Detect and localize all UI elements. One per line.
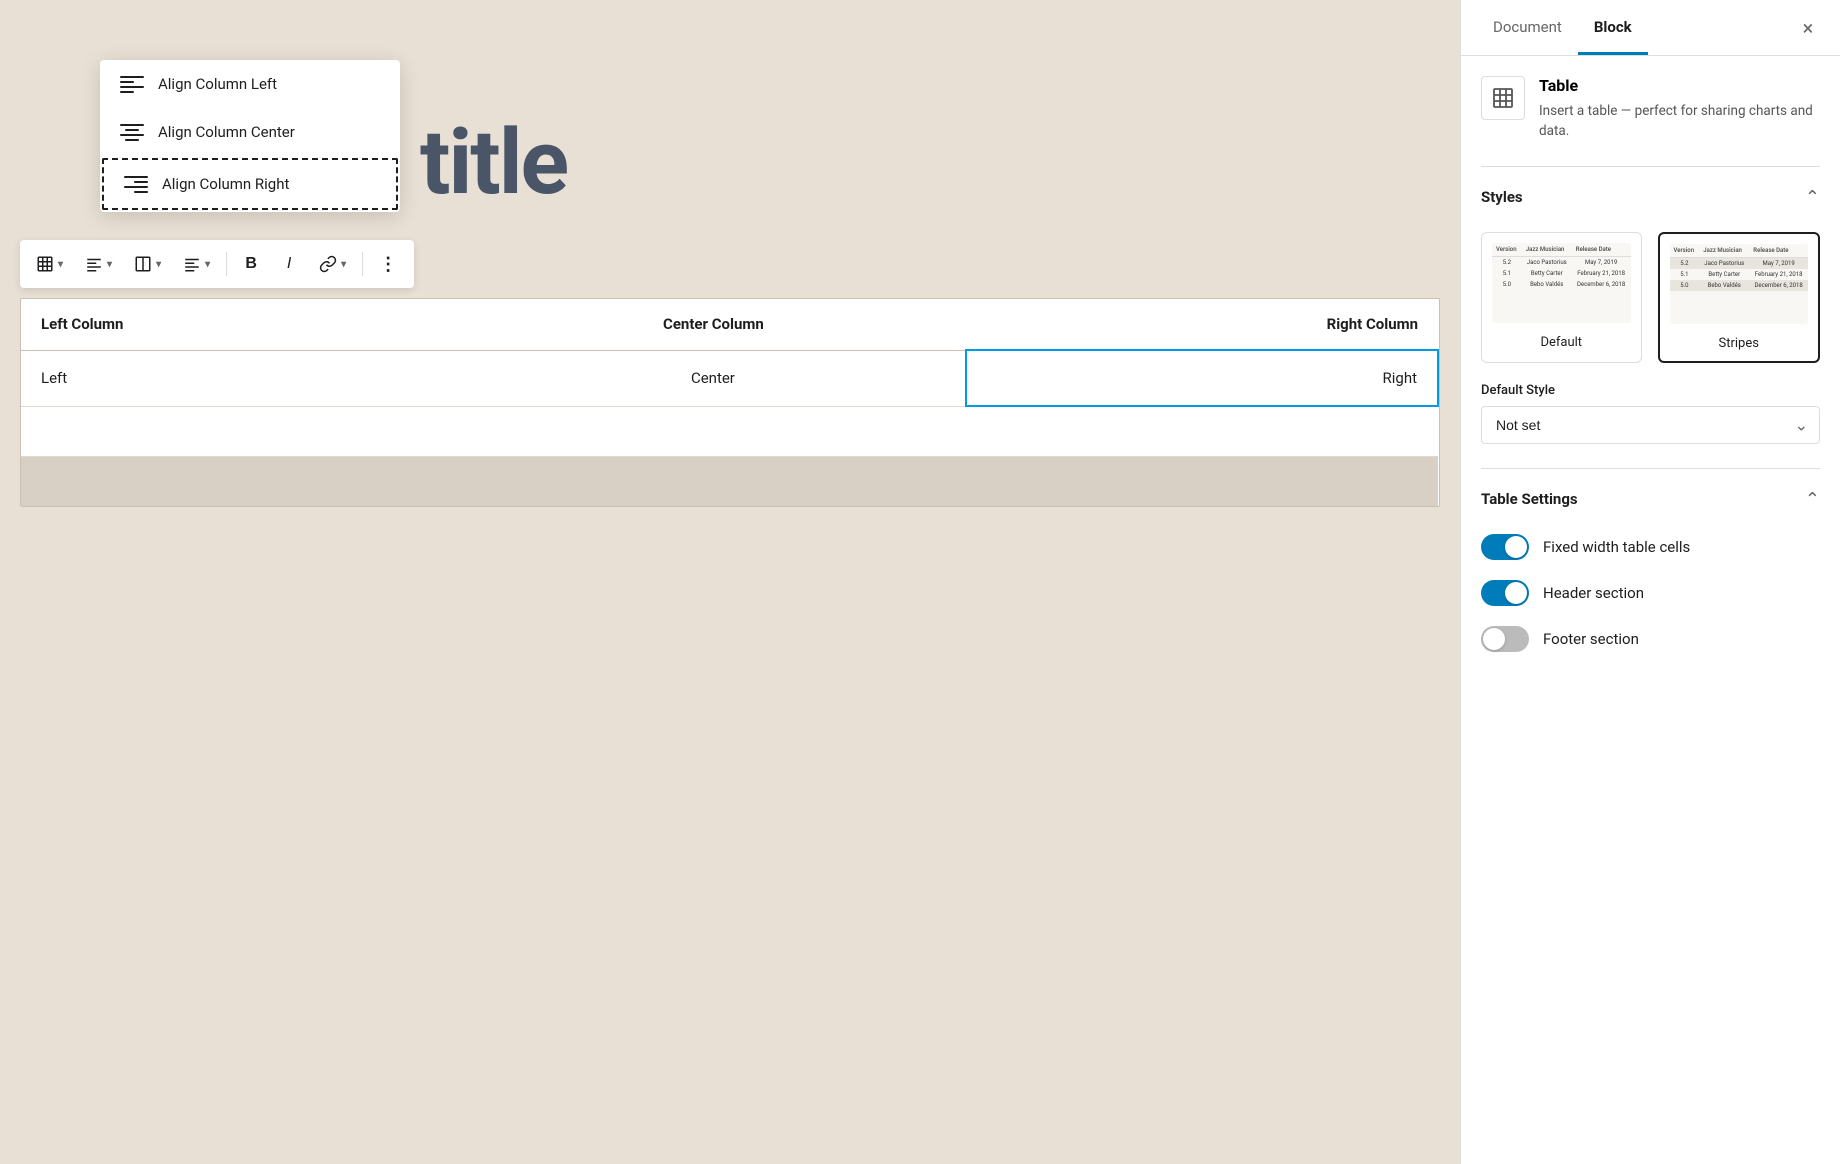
align-left-button[interactable]: ▾ xyxy=(75,246,122,282)
table-settings-title: Table Settings xyxy=(1481,490,1578,508)
default-style-select-wrap: Not set Default Stripes ⌄ xyxy=(1481,406,1820,444)
cell-left[interactable]: Left xyxy=(21,350,461,406)
divider-2 xyxy=(1481,468,1820,469)
link-chevron: ▾ xyxy=(341,259,346,270)
table-icon xyxy=(36,255,54,273)
table-chevron: ▾ xyxy=(58,259,63,270)
table-block-icon xyxy=(1491,86,1515,110)
footer-row xyxy=(21,456,1438,506)
style-card-default[interactable]: VersionJazz MusicianRelease Date 5.2Jaco… xyxy=(1481,232,1642,363)
default-preview: VersionJazz MusicianRelease Date 5.2Jaco… xyxy=(1492,243,1631,323)
stripes-preview: VersionJazz MusicianRelease Date 5.2Jaco… xyxy=(1670,244,1809,324)
header-section-row: Header section xyxy=(1481,580,1820,606)
default-style-select[interactable]: Not set Default Stripes xyxy=(1481,406,1820,444)
default-mini-table: VersionJazz MusicianRelease Date 5.2Jaco… xyxy=(1492,243,1631,290)
style-cards: VersionJazz MusicianRelease Date 5.2Jaco… xyxy=(1481,232,1820,363)
styles-title: Styles xyxy=(1481,188,1523,206)
block-icon-wrap xyxy=(1481,76,1525,120)
italic-button[interactable]: I xyxy=(271,246,307,282)
align-left-label: Align Column Left xyxy=(158,75,277,93)
bold-label: B xyxy=(245,255,257,273)
align-right-icon xyxy=(124,174,148,194)
header-center[interactable]: Center Column xyxy=(461,299,966,350)
link-button[interactable]: ▾ xyxy=(309,246,356,282)
style-card-stripes[interactable]: VersionJazz MusicianRelease Date 5.2Jaco… xyxy=(1658,232,1821,363)
toolbar-divider-2 xyxy=(362,252,363,276)
cell-center[interactable]: Center xyxy=(461,350,966,406)
text-align-icon xyxy=(183,255,201,273)
default-style-label: Default Style xyxy=(1481,383,1820,398)
footer-section-knob xyxy=(1483,628,1505,650)
more-dots: ⋮ xyxy=(379,254,398,275)
columns-button[interactable]: ▾ xyxy=(124,246,171,282)
bold-button[interactable]: B xyxy=(233,246,269,282)
align-left-option[interactable]: Align Column Left xyxy=(100,60,400,108)
tab-document[interactable]: Document xyxy=(1477,2,1578,55)
sidebar-content: Table Insert a table — perfect for shari… xyxy=(1461,56,1840,1164)
text-align-chevron: ▾ xyxy=(205,259,210,270)
tab-block[interactable]: Block xyxy=(1578,2,1648,55)
block-description: Insert a table — perfect for sharing cha… xyxy=(1539,101,1820,142)
column-align-dropdown: Align Column Left Align Column Center Al… xyxy=(100,60,400,212)
divider-1 xyxy=(1481,166,1820,167)
align-left-icon xyxy=(120,74,144,94)
block-info-text: Table Insert a table — perfect for shari… xyxy=(1539,76,1820,142)
fixed-width-row: Fixed width table cells xyxy=(1481,534,1820,560)
page-title: title xyxy=(420,110,567,215)
header-section-toggle[interactable] xyxy=(1481,580,1529,606)
fixed-width-label: Fixed width table cells xyxy=(1543,538,1690,556)
empty-row-1 xyxy=(21,406,1438,456)
align-center-icon xyxy=(120,122,144,142)
table-row: Left Center Right xyxy=(21,350,1438,406)
fixed-width-toggle[interactable] xyxy=(1481,534,1529,560)
header-left[interactable]: Left Column xyxy=(21,299,461,350)
block-title: Table xyxy=(1539,76,1820,95)
header-section-knob xyxy=(1505,582,1527,604)
table-container: Left Column Center Column Right Column L… xyxy=(20,298,1440,507)
default-label: Default xyxy=(1540,335,1582,350)
table-settings-collapse[interactable]: ⌃ xyxy=(1805,489,1820,510)
fixed-width-knob xyxy=(1505,536,1527,558)
header-section-label: Header section xyxy=(1543,584,1644,602)
table-button[interactable]: ▾ xyxy=(26,246,73,282)
text-align-button[interactable]: ▾ xyxy=(173,246,220,282)
block-toolbar: ▾ ▾ ▾ xyxy=(20,240,414,288)
data-table: Left Column Center Column Right Column L… xyxy=(21,299,1439,506)
align-chevron: ▾ xyxy=(107,259,112,270)
footer-section-row: Footer section xyxy=(1481,626,1820,652)
canvas-area: Align Column Left Align Column Center Al… xyxy=(0,0,1460,1164)
block-info: Table Insert a table — perfect for shari… xyxy=(1481,76,1820,142)
close-button[interactable]: × xyxy=(1792,12,1824,44)
header-right[interactable]: Right Column xyxy=(966,299,1438,350)
align-center-option[interactable]: Align Column Center xyxy=(100,108,400,156)
sidebar: Document Block × Table Insert a table — … xyxy=(1460,0,1840,1164)
styles-collapse-button[interactable]: ⌃ xyxy=(1805,187,1820,208)
table-settings-header: Table Settings ⌃ xyxy=(1481,489,1820,518)
sidebar-tabs: Document Block × xyxy=(1461,0,1840,56)
toolbar-divider-1 xyxy=(226,252,227,276)
align-right-option[interactable]: Align Column Right xyxy=(102,158,398,210)
stripes-mini-table: VersionJazz MusicianRelease Date 5.2Jaco… xyxy=(1670,244,1809,291)
align-center-label: Align Column Center xyxy=(158,123,295,141)
more-options-button[interactable]: ⋮ xyxy=(369,246,408,282)
columns-icon xyxy=(134,255,152,273)
cell-right[interactable]: Right xyxy=(966,350,1438,406)
align-right-label: Align Column Right xyxy=(162,175,289,193)
stripes-label: Stripes xyxy=(1719,336,1759,351)
footer-section-toggle[interactable] xyxy=(1481,626,1529,652)
link-icon xyxy=(319,255,337,273)
footer-section-label: Footer section xyxy=(1543,630,1639,648)
styles-section-header: Styles ⌃ xyxy=(1481,187,1820,216)
columns-chevron: ▾ xyxy=(156,259,161,270)
italic-label: I xyxy=(287,255,291,273)
align-left-toolbar-icon xyxy=(85,255,103,273)
